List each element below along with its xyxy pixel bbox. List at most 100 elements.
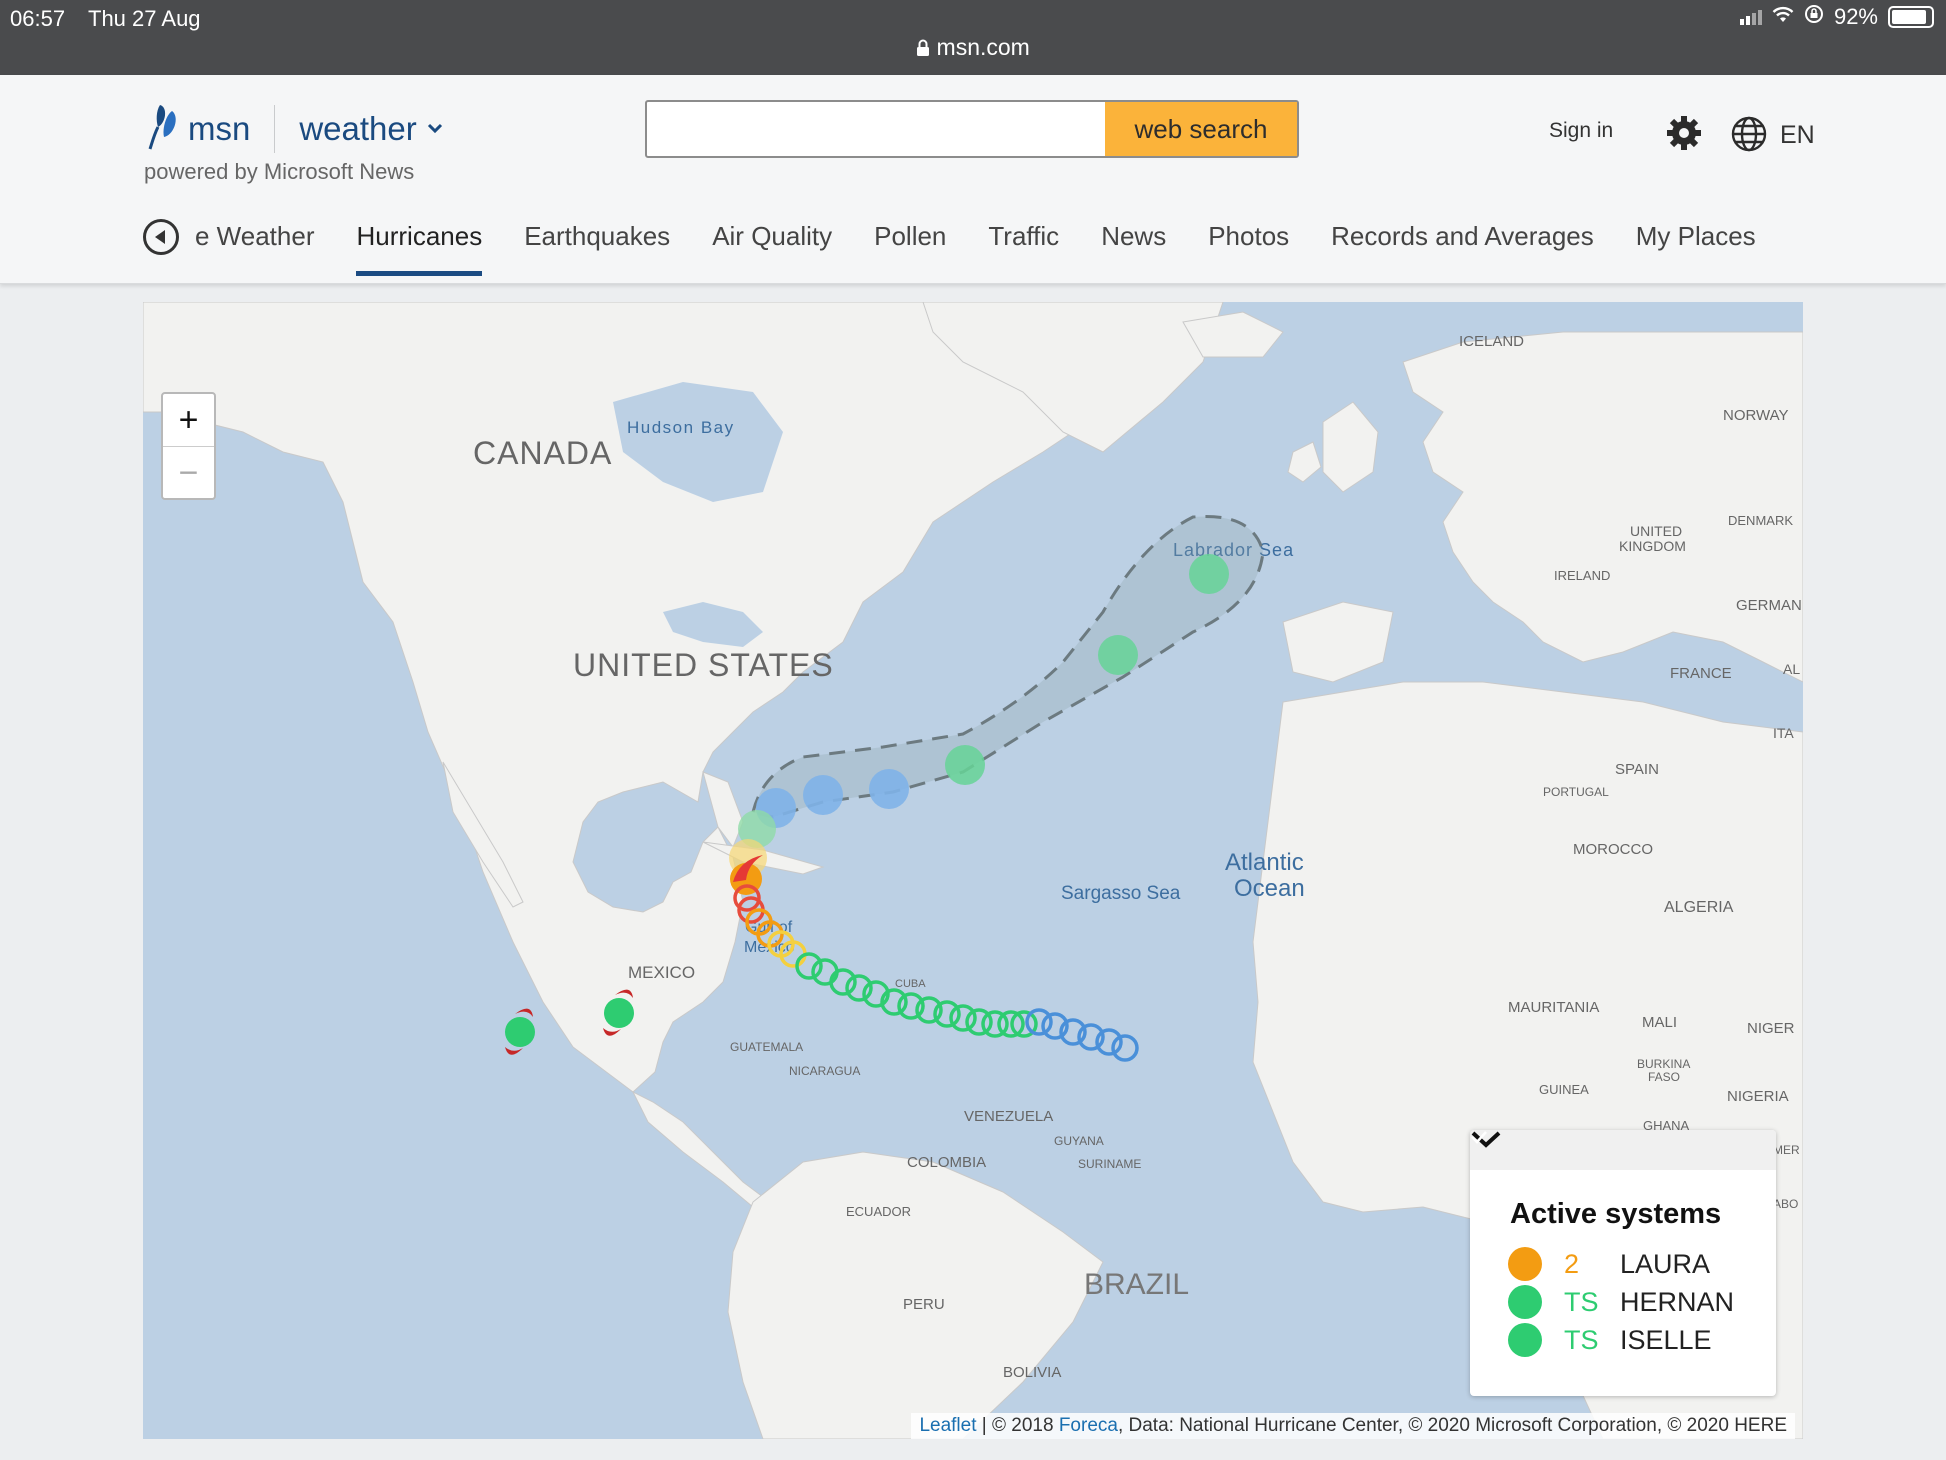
status-dot-icon [1508,1285,1542,1319]
laura-past-track [733,884,1139,1062]
label-burkina: BURKINA [1637,1057,1690,1071]
system-name: HERNAN [1620,1286,1735,1317]
address-bar[interactable]: msn.com [0,34,1946,61]
signal-icon [1739,9,1762,25]
track-point[interactable] [945,745,985,785]
status-indicators: 92% [1739,4,1934,30]
leaflet-link[interactable]: Leaflet [919,1415,976,1436]
zoom-in-button[interactable]: + [163,394,214,447]
nav-traffic[interactable]: Traffic [988,218,1059,276]
lock-icon [916,34,936,60]
track-point[interactable] [869,769,909,809]
battery-percent: 92% [1833,4,1878,29]
msn-butterfly-icon [146,101,182,156]
search-box: web search [645,100,1299,158]
legend-system-laura[interactable]: 2 LAURA [1471,1131,1776,1283]
label-italy: ITA [1773,725,1794,741]
legend-collapse-toggle[interactable] [1470,1130,1776,1170]
nav-earthquakes[interactable]: Earthquakes [524,218,670,276]
label-ecuador: ECUADOR [846,1204,911,1219]
nav-air-quality[interactable]: Air Quality [712,218,832,276]
section-selector[interactable]: weather [299,110,416,148]
label-niger: NIGER [1747,1020,1795,1037]
url-text: msn.com [936,34,1030,60]
back-icon[interactable] [143,219,179,255]
zoom-control: + − [161,392,216,500]
label-peru: PERU [903,1296,945,1313]
label-united: UNITED [1630,523,1682,539]
label-mali: MALI [1642,1014,1677,1031]
europe [1402,331,1803,683]
label-iceland: ICELAND [1459,333,1524,350]
label-canada: CANADA [473,435,612,471]
label-united-states: UNITED STATES [573,647,834,683]
track-point[interactable] [803,775,843,815]
system-name: ISELLE [1620,1324,1712,1355]
globe-icon[interactable] [1730,115,1768,153]
label-hudson-bay: Hudson Bay [627,418,735,437]
foreca-link[interactable]: Foreca [1059,1415,1118,1436]
label-france: FRANCE [1670,665,1732,682]
label-colombia: COLOMBIA [907,1154,986,1171]
label-spain: SPAIN [1615,761,1659,778]
language-selector[interactable]: EN [1780,121,1815,150]
nav-pollen[interactable]: Pollen [874,218,946,276]
label-sargasso-sea: Sargasso Sea [1061,883,1181,904]
label-algeria: ALGERIA [1664,899,1734,916]
search-input[interactable] [647,102,1105,156]
label-guatemala: GUATEMALA [730,1040,803,1054]
label-guyana: GUYANA [1054,1134,1104,1148]
nav-photos[interactable]: Photos [1208,218,1289,276]
chevron-down-icon[interactable] [427,118,443,139]
logo-divider [274,104,276,153]
label-nigeria: NIGERIA [1727,1088,1789,1105]
web-search-button[interactable]: web search [1105,102,1297,156]
brand-name: msn [188,109,251,147]
track-point[interactable] [1189,554,1229,594]
active-systems-legend: Active systems 2 LAURA TS HERNAN TS ISEL… [1470,1130,1776,1396]
nav-my-places[interactable]: My Places [1636,218,1756,276]
label-norway: NORWAY [1723,407,1789,424]
logo[interactable]: msn weather [146,101,443,156]
british-isles [1322,401,1379,493]
label-kingdom: KINGDOM [1619,538,1686,554]
nav-news[interactable]: News [1101,218,1166,276]
system-category: TS [1564,1324,1599,1355]
iselle-marker[interactable] [505,1008,535,1055]
legend-system-hernan[interactable]: TS HERNAN [1508,1283,1776,1321]
site-header: msn weather powered by Microsoft News we… [0,75,1946,284]
nav-hurricanes[interactable]: Hurricanes [356,218,482,276]
track-point[interactable] [1098,635,1138,675]
nav-records-averages[interactable]: Records and Averages [1331,218,1594,276]
label-ireland: IRELAND [1554,568,1610,583]
zoom-out-button[interactable]: − [163,447,214,499]
legend-system-iselle[interactable]: TS ISELLE [1508,1321,1776,1359]
gear-icon[interactable] [1664,113,1704,153]
central-america [631,1090,764,1208]
legend-title: Active systems [1510,1198,1722,1230]
iberia [1282,601,1394,683]
label-denmark: DENMARK [1728,513,1793,528]
label-portugal: PORTUGAL [1543,785,1609,799]
section-nav: e Weather Hurricanes Earthquakes Air Qua… [143,218,1798,278]
orientation-lock-icon [1804,4,1824,30]
label-mauritania: MAURITANIA [1508,999,1599,1016]
label-germany: GERMAN [1736,597,1802,614]
hurricane-map[interactable]: CANADA UNITED STATES Hudson Bay Labrador… [143,302,1803,1439]
status-dot-icon [1508,1323,1542,1357]
label-ocean: Ocean [1234,875,1305,902]
label-guinea: GUINEA [1539,1082,1589,1097]
label-cuba: CUBA [895,978,926,990]
label-gabon: ABO [1773,1197,1798,1211]
sign-in-link[interactable]: Sign in [1549,119,1613,143]
label-brazil: BRAZIL [1084,1268,1189,1301]
nav-weather[interactable]: e Weather [195,218,314,276]
check-icon [1471,1131,1542,1281]
label-cameroon: MER [1773,1143,1800,1157]
system-category: TS [1564,1286,1599,1317]
label-nicaragua: NICARAGUA [789,1064,860,1078]
ireland [1287,441,1322,483]
label-atlantic: Atlantic [1225,849,1304,876]
label-faso: FASO [1648,1070,1680,1084]
wifi-icon [1772,4,1794,30]
